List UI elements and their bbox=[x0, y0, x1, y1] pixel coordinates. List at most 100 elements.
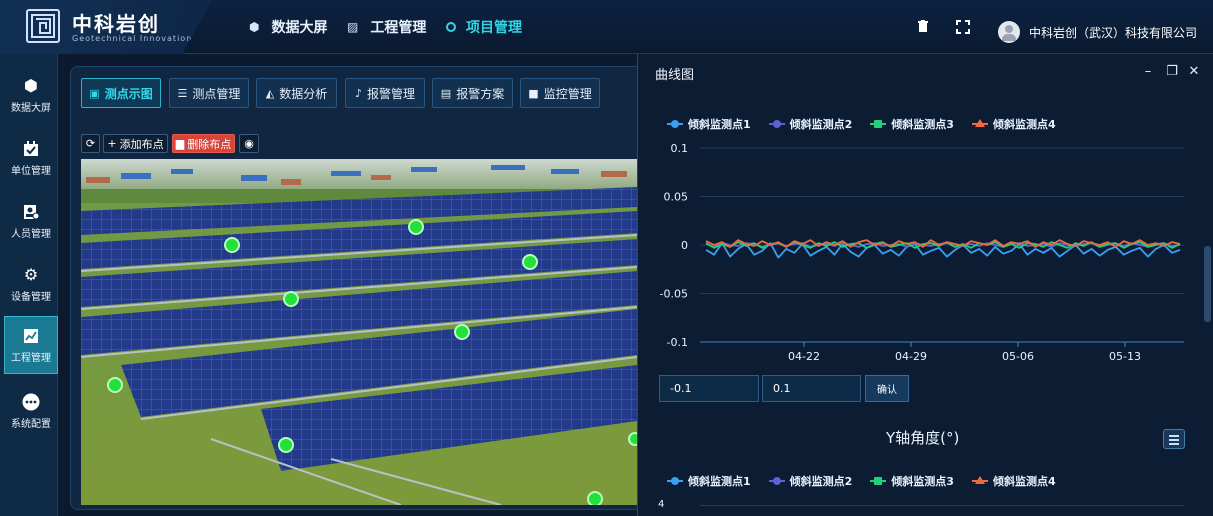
chart-legend: 倾斜监测点1 倾斜监测点2 倾斜监测点3 倾斜监测点4 bbox=[667, 116, 1056, 132]
gridline bbox=[700, 505, 1184, 506]
sidebar-item-engineering[interactable]: 工程管理 bbox=[4, 316, 58, 374]
restore-icon[interactable]: ❐ bbox=[1165, 64, 1179, 79]
window-title: 曲线图 bbox=[655, 68, 695, 83]
x-tick-label: 04-22 bbox=[788, 350, 820, 363]
logo-area: 中科岩创 Geotechnical Innovation bbox=[0, 0, 212, 54]
legend-label: 倾斜监测点4 bbox=[992, 475, 1056, 488]
sidebar-item-devices[interactable]: ⚙ 设备管理 bbox=[4, 255, 58, 313]
trash-icon[interactable] bbox=[916, 20, 930, 34]
tab-alarm-plan[interactable]: ▤ 报警方案 bbox=[432, 78, 513, 108]
sidebar-item-label: 设备管理 bbox=[11, 291, 51, 303]
x-tick-label: 04-29 bbox=[895, 350, 927, 363]
nav-label: 项目管理 bbox=[466, 20, 522, 36]
plus-icon: + bbox=[107, 137, 117, 150]
nav-project[interactable]: 项目管理 bbox=[446, 0, 522, 54]
legend-item[interactable]: 倾斜监测点2 bbox=[768, 473, 853, 489]
close-icon[interactable]: ✕ bbox=[1187, 64, 1201, 79]
sidebar-item-label: 人员管理 bbox=[11, 228, 51, 240]
confirm-button[interactable]: 确认 bbox=[865, 375, 909, 402]
minimize-icon[interactable]: – bbox=[1141, 64, 1155, 79]
tab-alarm-management[interactable]: ♪ 报警管理 bbox=[345, 78, 425, 108]
image-icon: ▣ bbox=[89, 86, 100, 100]
view-toggle-button[interactable]: ◉ bbox=[239, 134, 259, 153]
legend-label: 倾斜监测点1 bbox=[688, 118, 751, 131]
second-chart-title: Y轴角度(°) bbox=[886, 429, 960, 447]
chart-icon: ▨ bbox=[347, 20, 359, 34]
tab-label: 报警管理 bbox=[367, 86, 416, 101]
legend-item[interactable]: 倾斜监测点3 bbox=[870, 116, 954, 132]
sidebar-item-data-screen[interactable]: ⬢ 数据大屏 bbox=[4, 66, 58, 124]
legend-label: 倾斜监测点2 bbox=[789, 475, 853, 488]
gear-icon: ⚙ bbox=[23, 265, 39, 284]
tab-monitor-management[interactable]: ■ 监控管理 bbox=[520, 78, 600, 108]
diamond-marker-icon bbox=[768, 476, 785, 486]
nav-engineering[interactable]: ▨ 工程管理 bbox=[347, 0, 426, 54]
add-point-button[interactable]: + 添加布点 bbox=[103, 134, 168, 153]
sidebar-item-personnel[interactable]: 人员管理 bbox=[4, 192, 58, 250]
list-icon: ☰ bbox=[177, 86, 188, 100]
x-tick-label: 05-13 bbox=[1109, 350, 1141, 363]
brand-subtitle: Geotechnical Innovation bbox=[72, 34, 193, 43]
y-tick-label: -0.1 bbox=[667, 336, 688, 349]
top-bar: 中科岩创 Geotechnical Innovation ⬢ 数据大屏 ▨ 工程… bbox=[0, 0, 1213, 54]
y-tick-label: 0.1 bbox=[671, 142, 689, 155]
tab-label: 测点示图 bbox=[104, 86, 153, 101]
video-icon: ■ bbox=[528, 86, 539, 100]
book-icon: ▤ bbox=[440, 86, 452, 100]
max-value-input[interactable]: 0.1 bbox=[762, 375, 861, 402]
nav-label: 工程管理 bbox=[370, 20, 427, 36]
legend-item[interactable]: 倾斜监测点1 bbox=[667, 116, 751, 132]
delete-point-button[interactable]: ▆ 删除布点 bbox=[172, 134, 235, 153]
legend-label: 倾斜监测点1 bbox=[688, 475, 751, 488]
tab-point-management[interactable]: ☰ 测点管理 bbox=[169, 78, 249, 108]
brand-name: 中科岩创 bbox=[72, 12, 160, 36]
calendar-check-icon bbox=[22, 140, 40, 158]
company-logo bbox=[26, 9, 60, 43]
add-point-label: 添加布点 bbox=[119, 137, 164, 151]
triangle-marker-icon bbox=[971, 476, 988, 486]
avatar[interactable] bbox=[998, 21, 1020, 43]
nav-data-screen[interactable]: ⬢ 数据大屏 bbox=[249, 0, 327, 54]
tab-label: 报警方案 bbox=[456, 86, 505, 101]
circle-marker-icon bbox=[667, 476, 683, 486]
sidebar: ⬢ 数据大屏 单位管理 人员管理 ⚙ 设备管理 工程管理 系统配置 bbox=[0, 54, 58, 516]
square-marker-icon bbox=[870, 119, 887, 129]
cube-icon: ⬢ bbox=[24, 76, 38, 95]
tilt-line-chart: 0.1 0.05 0 -0.05 -0.1 04-22 04-29 05-06 05-13 bbox=[660, 142, 1184, 363]
y-tick-label: -0.05 bbox=[660, 288, 688, 301]
min-value-input[interactable]: -0.1 bbox=[659, 375, 759, 402]
legend-label: 倾斜监测点3 bbox=[891, 475, 954, 488]
chart-menu-button[interactable] bbox=[1163, 429, 1185, 449]
id-card-icon bbox=[22, 203, 40, 221]
legend-item[interactable]: 倾斜监测点3 bbox=[870, 473, 954, 489]
ring-icon bbox=[446, 22, 456, 32]
y-tick-label: 0.05 bbox=[664, 191, 689, 204]
sidebar-item-label: 工程管理 bbox=[11, 352, 51, 364]
square-marker-icon bbox=[870, 476, 887, 486]
legend-item[interactable]: 倾斜监测点4 bbox=[971, 116, 1056, 132]
refresh-button[interactable]: ⟳ bbox=[81, 134, 100, 153]
diamond-marker-icon bbox=[768, 119, 785, 129]
legend-label: 倾斜监测点4 bbox=[992, 118, 1056, 131]
tab-data-analysis[interactable]: ◭ 数据分析 bbox=[256, 78, 337, 108]
circle-marker-icon bbox=[667, 119, 683, 129]
sidebar-item-label: 数据大屏 bbox=[11, 102, 51, 114]
site-photo bbox=[81, 159, 637, 505]
fullscreen-icon[interactable] bbox=[956, 20, 970, 34]
window-header: 曲线图 – ❐ ✕ bbox=[638, 54, 1213, 90]
sidebar-item-unit[interactable]: 单位管理 bbox=[4, 129, 58, 187]
scrollbar[interactable] bbox=[1204, 246, 1211, 322]
second-chart-tick: 4 bbox=[658, 499, 665, 510]
legend-item[interactable]: 倾斜监测点2 bbox=[768, 116, 853, 132]
legend-label: 倾斜监测点2 bbox=[789, 118, 853, 131]
legend-label: 倾斜监测点3 bbox=[891, 118, 954, 131]
tab-point-map[interactable]: ▣ 测点示图 bbox=[81, 78, 161, 108]
legend-item[interactable]: 倾斜监测点1 bbox=[667, 473, 751, 489]
eye-icon: ◉ bbox=[244, 137, 254, 150]
sidebar-item-label: 单位管理 bbox=[11, 165, 51, 177]
legend-item[interactable]: 倾斜监测点4 bbox=[971, 473, 1056, 489]
company-name[interactable]: 中科岩创（武汉）科技有限公司 bbox=[1029, 24, 1197, 41]
sidebar-item-system[interactable]: 系统配置 bbox=[4, 382, 58, 440]
second-chart-legend: 倾斜监测点1 倾斜监测点2 倾斜监测点3 倾斜监测点4 bbox=[667, 473, 1056, 489]
cube-icon: ⬢ bbox=[249, 20, 260, 34]
